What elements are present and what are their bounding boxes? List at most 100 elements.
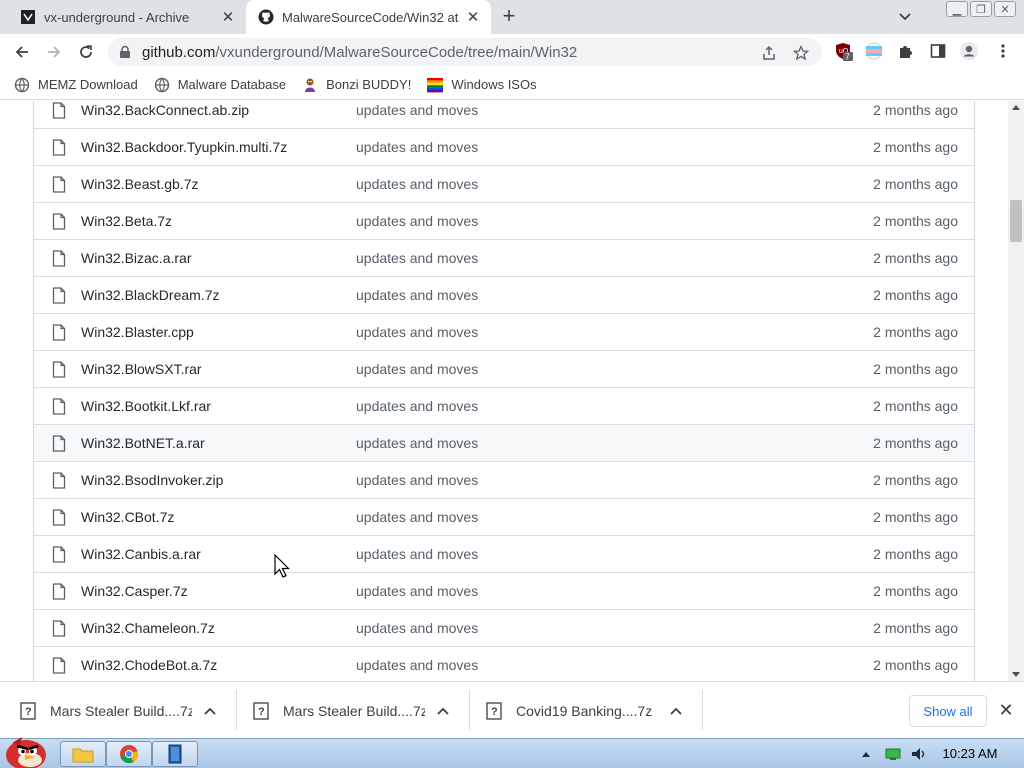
file-list: Win32.BackConnect.ab.zip updates and move… (33, 101, 975, 681)
flag-extension-icon[interactable] (864, 41, 884, 61)
show-hidden-icons-icon[interactable] (860, 748, 872, 760)
file-name-link[interactable]: Win32.Casper.7z (81, 583, 188, 599)
file-name-link[interactable]: Win32.Beast.gb.7z (81, 176, 199, 192)
address-bar[interactable]: github.com/vxunderground/MalwareSourceCo… (108, 38, 822, 66)
file-name-link[interactable]: Win32.Backdoor.Tyupkin.multi.7z (81, 139, 287, 155)
file-row[interactable]: Win32.CBot.7z updates and moves 2 months a… (34, 498, 974, 535)
page-scrollbar[interactable] (1008, 101, 1024, 681)
file-name-link[interactable]: Win32.Beta.7z (81, 213, 172, 229)
file-name-link[interactable]: Win32.Bootkit.Lkf.rar (81, 398, 211, 414)
file-row[interactable]: Win32.BsodInvoker.zip updates and moves 2 … (34, 461, 974, 498)
chevron-up-icon[interactable] (435, 703, 451, 719)
file-row[interactable]: Win32.Bizac.a.rar updates and moves 2 mont… (34, 239, 974, 276)
close-window-button[interactable]: ✕ (994, 1, 1016, 17)
tab-vx-underground[interactable]: vx-underground - Archive ✕ (8, 0, 246, 34)
puzzle-extensions-icon[interactable] (896, 41, 916, 61)
file-row[interactable]: Win32.BlackDream.7z updates and moves 2 mo… (34, 276, 974, 313)
commit-message-link[interactable]: updates and moves (356, 287, 478, 303)
bookmark-bonzi-buddy[interactable]: Bonzi BUDDY! (302, 77, 411, 93)
commit-message-link[interactable]: updates and moves (356, 176, 478, 192)
tab-search-chevron-icon[interactable] (897, 8, 913, 24)
file-row[interactable]: Win32.Casper.7z updates and moves 2 months… (34, 572, 974, 609)
file-name-link[interactable]: Win32.BotNET.a.rar (81, 435, 205, 451)
file-name-link[interactable]: Win32.Blaster.cpp (81, 324, 194, 340)
commit-message-link[interactable]: updates and moves (356, 435, 478, 451)
tab-title: MalwareSourceCode/Win32 at (282, 9, 459, 25)
taskbar-app-button[interactable] (152, 741, 198, 767)
file-row[interactable]: Win32.Bootkit.Lkf.rar updates and moves 2 … (34, 387, 974, 424)
download-item[interactable]: ? Mars Stealer Build....7z (0, 682, 218, 739)
commit-message-link[interactable]: updates and moves (356, 398, 478, 414)
chevron-up-icon[interactable] (668, 703, 684, 719)
close-download-shelf-icon[interactable]: ✕ (996, 700, 1016, 720)
file-name-link[interactable]: Win32.BlowSXT.rar (81, 361, 202, 377)
bookmark-star-icon[interactable] (793, 45, 809, 61)
commit-message-link[interactable]: updates and moves (356, 472, 478, 488)
file-row[interactable]: Win32.BackConnect.ab.zip updates and move… (34, 101, 974, 128)
commit-message-link[interactable]: updates and moves (356, 657, 478, 673)
new-tab-button[interactable]: + (498, 5, 520, 28)
file-name-link[interactable]: Win32.CBot.7z (81, 509, 174, 525)
taskbar-explorer-button[interactable] (60, 741, 106, 767)
file-row[interactable]: Win32.Beast.gb.7z updates and moves 2 mont… (34, 165, 974, 202)
profile-avatar-icon[interactable] (959, 41, 979, 61)
file-name-link[interactable]: Win32.BackConnect.ab.zip (81, 102, 249, 118)
commit-message-link[interactable]: updates and moves (356, 546, 478, 562)
commit-message-link[interactable]: updates and moves (356, 213, 478, 229)
commit-message-link[interactable]: updates and moves (356, 583, 478, 599)
file-row[interactable]: Win32.BlowSXT.rar updates and moves 2 mont… (34, 350, 974, 387)
file-icon (52, 139, 66, 156)
commit-message-link[interactable]: updates and moves (356, 139, 478, 155)
reload-button[interactable] (74, 40, 98, 64)
forward-button[interactable] (42, 40, 66, 64)
file-name-link[interactable]: Win32.Chameleon.7z (81, 620, 215, 636)
file-name-link[interactable]: Win32.Bizac.a.rar (81, 250, 191, 266)
commit-message-link[interactable]: updates and moves (356, 509, 478, 525)
scroll-up-arrow-icon[interactable] (1012, 105, 1020, 110)
file-name-link[interactable]: Win32.Canbis.a.rar (81, 546, 201, 562)
download-item[interactable]: ? Covid19 Banking....7z (466, 682, 684, 739)
file-name-link[interactable]: Win32.ChodeBot.a.7z (81, 657, 217, 673)
close-tab-icon[interactable]: ✕ (218, 7, 238, 27)
file-icon (52, 213, 66, 230)
chevron-up-icon[interactable] (202, 703, 218, 719)
file-row[interactable]: Win32.Backdoor.Tyupkin.multi.7z updates a… (34, 128, 974, 165)
start-button-angry-bird-icon[interactable] (2, 733, 52, 768)
bookmark-windows-isos[interactable]: Windows ISOs (427, 77, 537, 93)
bookmark-malware-database[interactable]: Malware Database (154, 77, 286, 93)
network-icon[interactable] (884, 746, 902, 762)
scroll-down-arrow-icon[interactable] (1012, 672, 1020, 677)
file-row[interactable]: Win32.Beta.7z updates and moves 2 months a… (34, 202, 974, 239)
file-row[interactable]: Win32.Blaster.cpp updates and moves 2 mont… (34, 313, 974, 350)
taskbar-chrome-button[interactable] (106, 741, 152, 767)
file-name-link[interactable]: Win32.BsodInvoker.zip (81, 472, 223, 488)
taskbar-clock[interactable]: 10:23 AM (930, 746, 1010, 761)
download-filename: Covid19 Banking....7z (516, 702, 653, 719)
commit-message-link[interactable]: updates and moves (356, 620, 478, 636)
file-row[interactable]: Win32.Canbis.a.rar updates and moves 2 mon… (34, 535, 974, 572)
commit-message-link[interactable]: updates and moves (356, 324, 478, 340)
tab-github-win32[interactable]: MalwareSourceCode/Win32 at ✕ (246, 0, 491, 34)
scrollbar-thumb[interactable] (1010, 200, 1022, 242)
ublock-extension-icon[interactable]: uO 7 (834, 41, 854, 61)
menu-kebab-icon[interactable] (993, 41, 1013, 61)
file-name-link[interactable]: Win32.BlackDream.7z (81, 287, 220, 303)
share-icon[interactable] (761, 45, 777, 61)
side-panel-icon[interactable] (928, 41, 948, 61)
commit-message-link[interactable]: updates and moves (356, 102, 478, 118)
bookmark-memz-download[interactable]: MEMZ Download (14, 77, 138, 93)
minimize-button[interactable]: ▁ (946, 1, 968, 17)
restore-button[interactable]: ❐ (970, 1, 992, 17)
file-row[interactable]: Win32.ChodeBot.a.7z updates and moves 2 mo… (34, 646, 974, 681)
volume-icon[interactable] (910, 746, 928, 762)
url-text: github.com/vxunderground/MalwareSourceCo… (142, 44, 577, 61)
file-row[interactable]: Win32.Chameleon.7z updates and moves 2 mon… (34, 609, 974, 646)
back-button[interactable] (10, 40, 34, 64)
file-icon (52, 324, 66, 341)
commit-message-link[interactable]: updates and moves (356, 361, 478, 377)
show-all-downloads-button[interactable]: Show all (909, 695, 987, 727)
commit-message-link[interactable]: updates and moves (356, 250, 478, 266)
download-item[interactable]: ? Mars Stealer Build....7z (233, 682, 451, 739)
close-tab-icon[interactable]: ✕ (463, 7, 483, 27)
file-row[interactable]: Win32.BotNET.a.rar updates and moves 2 mon… (34, 424, 974, 461)
